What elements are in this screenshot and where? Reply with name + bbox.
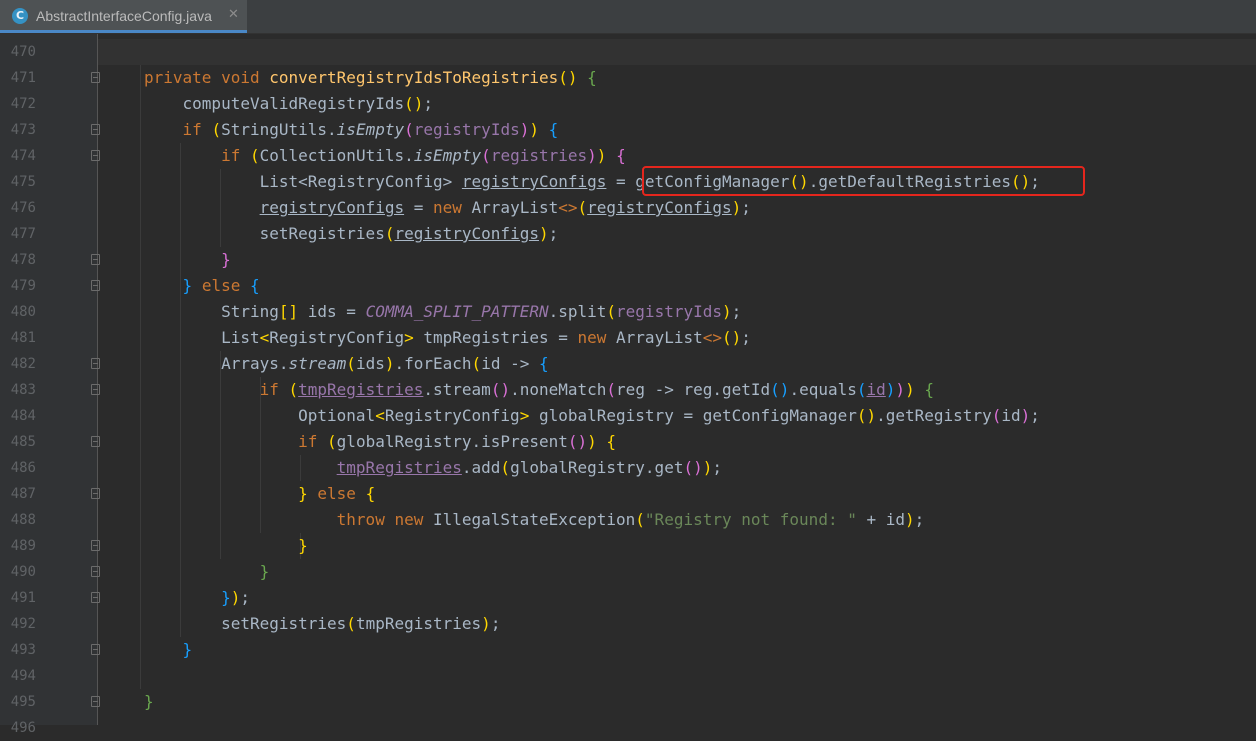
code-text: } [182,640,193,659]
highlight-box [642,166,1085,196]
file-tab[interactable]: C AbstractInterfaceConfig.java ✕ [0,0,247,33]
line-number: 494 [10,668,36,684]
code-text: } else { [298,484,376,503]
line-number: 472 [10,96,36,112]
fold-marker-icon[interactable] [91,150,100,161]
code-line: 485 if (globalRegistry.isPresent()) { [0,429,1256,455]
code-line: 484 Optional<RegistryConfig> globalRegis… [0,403,1256,429]
code-text: private void convertRegistryIdsToRegistr… [144,68,597,87]
fold-marker-icon[interactable] [91,358,100,369]
line-number: 489 [10,538,36,554]
line-number: 470 [10,44,36,60]
code-text: Optional<RegistryConfig> globalRegistry … [144,406,1040,425]
line-number: 488 [10,512,36,528]
line-number: 474 [10,148,36,164]
line-number: 485 [10,434,36,450]
fold-marker-icon[interactable] [91,540,100,551]
code-line: 482 Arrays.stream(ids).forEach(id -> { [0,351,1256,377]
fold-marker-icon[interactable] [91,254,100,265]
code-line: 477 setRegistries(registryConfigs); [0,221,1256,247]
code-line: 488 throw new IllegalStateException("Reg… [0,507,1256,533]
code-line: 471 private void convertRegistryIdsToRegi… [0,65,1256,91]
close-tab-icon[interactable]: ✕ [228,7,239,22]
code-line: 486 tmpRegistries.add(globalRegistry.get… [0,455,1256,481]
line-number: 495 [10,694,36,710]
code-text: throw new IllegalStateException("Registr… [336,510,925,529]
code-text: computeValidRegistryIds(); [144,94,433,113]
fold-marker-icon[interactable] [91,124,100,135]
fold-marker-icon[interactable] [91,566,100,577]
code-line: 478 } [0,247,1256,273]
code-text: Arrays.stream(ids).forEach(id -> { [144,354,549,373]
code-line: 480 String[] ids = COMMA_SPLIT_PATTERN.s… [0,299,1256,325]
line-number: 496 [10,720,36,736]
line-number: 478 [10,252,36,268]
fold-marker-icon[interactable] [91,72,100,83]
code-text: setRegistries(tmpRegistries); [144,614,501,633]
line-number: 483 [10,382,36,398]
code-text: } [221,250,231,269]
code-text: tmpRegistries.add(globalRegistry.get()); [336,458,722,477]
line-number: 479 [10,278,36,294]
code-line: 494 [0,663,1256,689]
code-line: 491 }); [0,585,1256,611]
code-text: } else { [182,276,260,295]
fold-marker-icon[interactable] [91,592,100,603]
code-line: 490 } [0,559,1256,585]
code-line: 472 computeValidRegistryIds(); [0,91,1256,117]
code-text: if (globalRegistry.isPresent()) { [298,432,617,451]
code-text: }); [221,588,250,607]
code-text: } [259,562,270,581]
java-class-icon: C [12,8,28,24]
code-line: 495} [0,689,1256,715]
fold-marker-icon[interactable] [91,644,100,655]
code-line: 492 setRegistries(tmpRegistries); [0,611,1256,637]
line-number: 487 [10,486,36,502]
line-number: 482 [10,356,36,372]
line-number: 484 [10,408,36,424]
code-line: 481 List<RegistryConfig> tmpRegistries =… [0,325,1256,351]
line-number: 471 [10,70,36,86]
fold-marker-icon[interactable] [91,488,100,499]
line-number: 492 [10,616,36,632]
code-text: String[] ids = COMMA_SPLIT_PATTERN.split… [144,302,742,321]
code-text: if (StringUtils.isEmpty(registryIds)) { [182,120,559,139]
line-number: 491 [10,590,36,606]
code-text: if (tmpRegistries.stream().noneMatch(reg… [259,380,934,399]
code-line: 479 } else { [0,273,1256,299]
code-text: registryConfigs = new ArrayList<>(regist… [259,198,751,217]
code-line: 487 } else { [0,481,1256,507]
line-number: 473 [10,122,36,138]
code-text: } [298,536,308,555]
fold-marker-icon[interactable] [91,280,100,291]
line-number: 480 [10,304,36,320]
fold-marker-icon[interactable] [91,436,100,447]
code-text: setRegistries(registryConfigs); [144,224,559,243]
fold-marker-icon[interactable] [91,696,100,707]
line-number: 475 [10,174,36,190]
line-number: 476 [10,200,36,216]
line-number: 490 [10,564,36,580]
line-number: 477 [10,226,36,242]
code-line: 483 if (tmpRegistries.stream().noneMatch… [0,377,1256,403]
line-number: 481 [10,330,36,346]
code-line: 476 registryConfigs = new ArrayList<>(re… [0,195,1256,221]
fold-marker-icon[interactable] [91,384,100,395]
file-tab-label: AbstractInterfaceConfig.java [36,8,212,24]
editor-tab-bar: C AbstractInterfaceConfig.java ✕ [0,0,1256,34]
code-line: 473 if (StringUtils.isEmpty(registryIds)… [0,117,1256,143]
code-text: List<RegistryConfig> tmpRegistries = new… [144,328,751,347]
code-line: 496 [0,715,1256,741]
code-text: } [144,692,154,711]
code-line: 470 [0,39,1256,65]
line-number: 493 [10,642,36,658]
code-text: if (CollectionUtils.isEmpty(registries))… [221,146,626,165]
code-line: 493 } [0,637,1256,663]
code-line: 489 } [0,533,1256,559]
line-number: 486 [10,460,36,476]
